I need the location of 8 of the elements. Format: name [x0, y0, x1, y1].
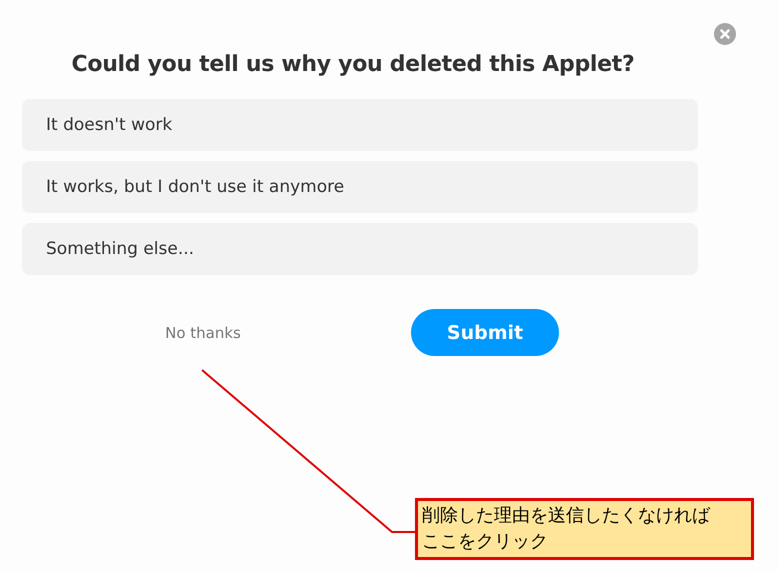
- close-icon[interactable]: [714, 23, 736, 45]
- reason-option[interactable]: It works, but I don't use it anymore: [22, 161, 698, 213]
- no-thanks-link[interactable]: No thanks: [165, 324, 241, 342]
- annotation-text: ここをクリック: [422, 530, 548, 554]
- annotation-text: 削除した理由を送信したくなければ: [422, 504, 710, 528]
- reason-option[interactable]: It doesn't work: [22, 99, 698, 151]
- dialog-title: Could you tell us why you deleted this Applet?: [70, 51, 636, 77]
- reason-option[interactable]: Something else...: [22, 223, 698, 275]
